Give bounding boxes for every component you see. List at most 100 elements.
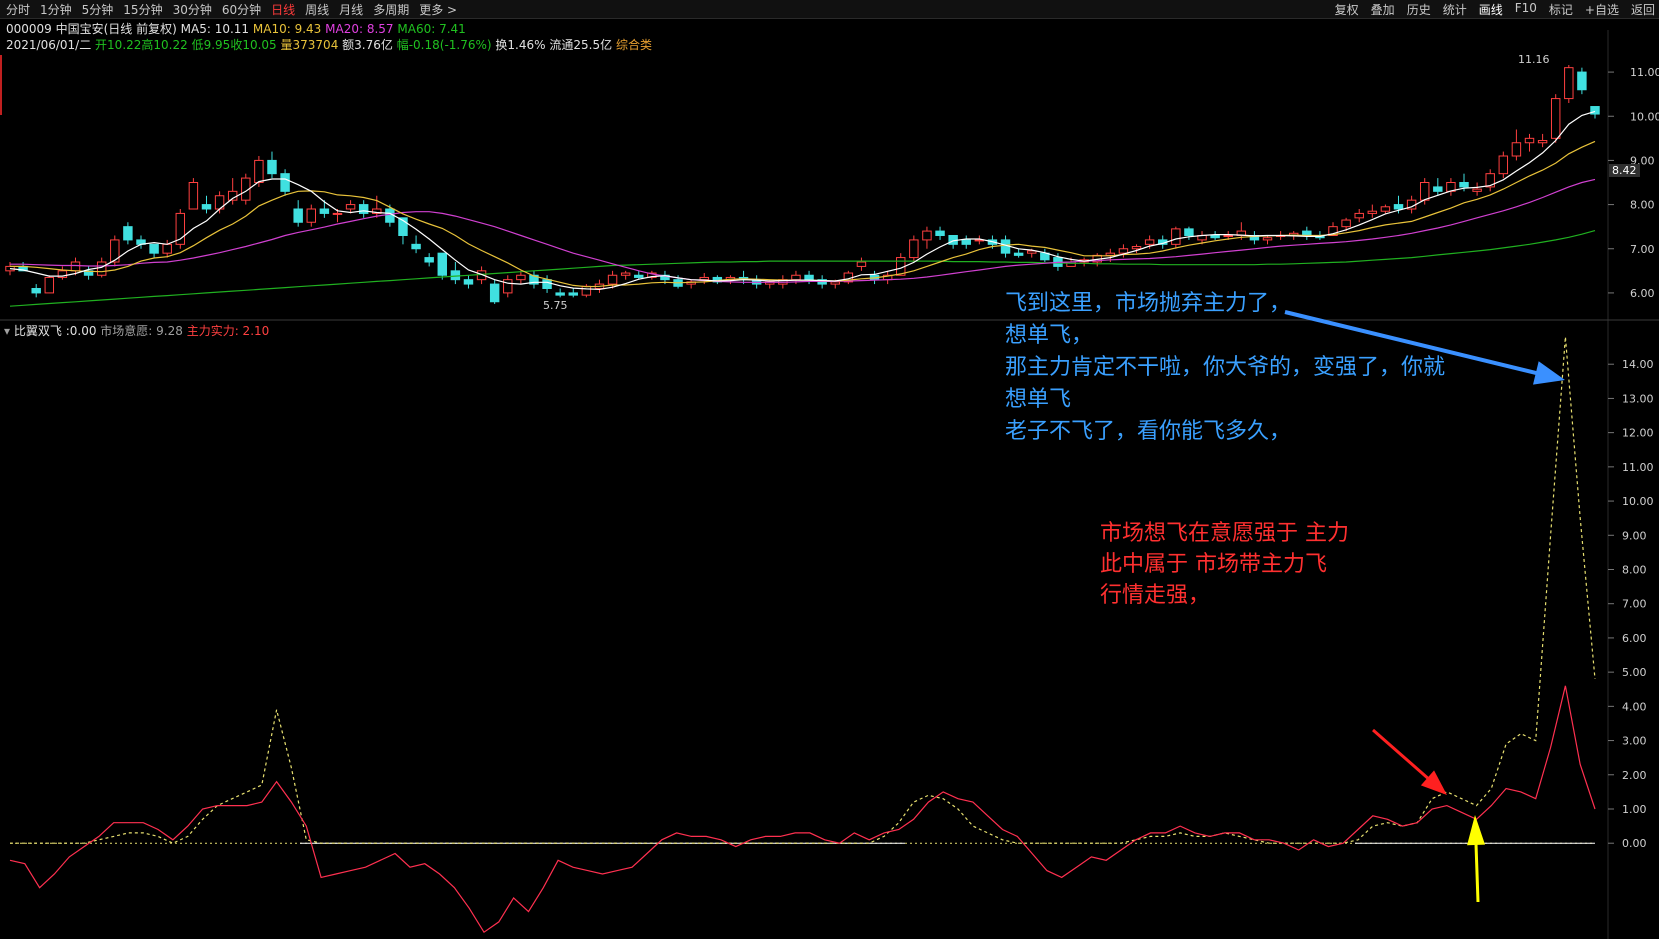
candle-body xyxy=(411,243,421,250)
candle-body xyxy=(804,274,814,281)
yellow-arrow xyxy=(1467,815,1486,903)
candle-body xyxy=(44,276,55,294)
candle-body xyxy=(856,261,867,267)
sub-indicator-legend: ▾ 比翼双飞 :0.00 市场意愿: 9.28 主力实力: 2.10 xyxy=(4,324,270,338)
annotation-line: 市场想飞在意愿强于 主力 xyxy=(1100,521,1349,546)
candle-body xyxy=(463,279,474,285)
candle-body xyxy=(1393,204,1404,210)
sub-tick-label: 13.00 xyxy=(1622,392,1654,405)
min-price-label: 5.75 xyxy=(543,299,568,312)
candle-body xyxy=(1498,155,1509,175)
candle-body xyxy=(123,226,133,241)
candle-body xyxy=(830,281,840,285)
candle-body xyxy=(267,159,277,175)
candle-body xyxy=(1459,182,1469,188)
price-tick-label: 10.00 xyxy=(1630,110,1659,123)
candle-body xyxy=(1433,186,1443,192)
sub-tick-label: 3.00 xyxy=(1622,735,1647,748)
candle-body xyxy=(424,257,434,263)
annotation-line: 行情走强， xyxy=(1100,583,1211,608)
candle-body xyxy=(1171,228,1181,245)
left-edge-marker xyxy=(0,55,2,115)
candle-body xyxy=(542,279,552,289)
candle-body xyxy=(909,239,919,259)
candle-body xyxy=(1341,219,1351,228)
candlesticks xyxy=(5,65,1600,304)
candle-body xyxy=(1118,248,1129,254)
candle-body xyxy=(1223,235,1233,237)
sub-tick-label: 2.00 xyxy=(1622,769,1647,782)
candle-body xyxy=(503,279,513,294)
red-arrow xyxy=(1372,728,1447,795)
candle-body xyxy=(358,204,369,214)
sub-tick-label: 0.00 xyxy=(1622,837,1647,850)
candle-body xyxy=(254,159,264,184)
candle-body xyxy=(293,208,303,223)
sub-tick-label: 1.00 xyxy=(1622,803,1647,816)
candle-body xyxy=(568,292,578,296)
candle-body xyxy=(319,208,330,214)
candle-body xyxy=(1511,142,1522,157)
candle-body xyxy=(699,276,709,281)
candle-body xyxy=(1354,212,1364,219)
price-tick-label: 8.00 xyxy=(1630,199,1655,212)
candle-body xyxy=(555,292,565,296)
candle-body xyxy=(332,212,343,215)
candle-body xyxy=(489,283,500,303)
price-tick-label: 11.00 xyxy=(1630,66,1659,79)
annotation-line: 老子不飞了，看你能飞多久， xyxy=(1005,419,1292,444)
sub-tick-label: 12.00 xyxy=(1622,427,1654,440)
max-price-label: 11.16 xyxy=(1518,53,1550,66)
candle-body xyxy=(1537,140,1548,144)
indicator-value: 0.00 xyxy=(69,324,97,338)
annotation-line: 那主力肯定不干啦，你大爷的，变强了，你就 xyxy=(1005,355,1446,380)
candle-body xyxy=(96,261,107,276)
candle-body xyxy=(280,173,290,192)
candle-body xyxy=(188,182,199,210)
candle-body xyxy=(306,208,317,223)
sub-tick-label: 5.00 xyxy=(1622,666,1647,679)
candle-body xyxy=(581,285,592,296)
candle-body xyxy=(922,230,932,241)
main-force-value: 主力实力: 2.10 xyxy=(186,324,270,338)
annotation-line: 飞到这里，市场抛弃主力了， xyxy=(1005,291,1292,316)
sub-tick-label: 14.00 xyxy=(1622,358,1654,371)
blue-annotation: 飞到这里，市场抛弃主力了， 想单飞， 那主力肯定不干啦，你大爷的，变强了，你就 想单飞… xyxy=(1005,288,1445,448)
candle-body xyxy=(620,272,631,276)
sub-tick-label: 4.00 xyxy=(1622,700,1647,713)
sub-tick-label: 8.00 xyxy=(1622,563,1647,576)
candle-body xyxy=(149,243,159,254)
candle-body xyxy=(1524,137,1535,144)
candle-body xyxy=(1550,98,1561,139)
moving-averages xyxy=(9,110,1596,307)
candle-body xyxy=(1210,235,1220,239)
annotation-line: 此中属于 市场带主力飞 xyxy=(1100,552,1327,577)
candle-body xyxy=(162,243,172,254)
candle-body xyxy=(1262,237,1273,241)
current-price-badge: 8.42 xyxy=(1609,164,1640,177)
candle-body xyxy=(791,274,801,281)
candle-body xyxy=(70,261,81,272)
kline-chart[interactable]: 11.00 10.00 9.00 8.00 7.00 6.00 14.00 13.00 12.… xyxy=(0,0,1659,939)
price-tick-label: 7.00 xyxy=(1630,243,1655,256)
candle-body xyxy=(1131,246,1142,250)
candle-body xyxy=(607,274,618,285)
sub-tick-label: 11.00 xyxy=(1622,461,1654,474)
red-annotation: 市场想飞在意愿强于 主力 此中属于 市场带主力飞 行情走强， xyxy=(1100,518,1349,611)
candle-body xyxy=(31,288,41,294)
candle-body xyxy=(1367,210,1378,214)
candle-body xyxy=(1564,67,1574,100)
main-force-line xyxy=(9,685,1596,934)
candle-body xyxy=(516,274,526,281)
sub-tick-label: 9.00 xyxy=(1622,529,1647,542)
indicator-name[interactable]: 比翼双飞 xyxy=(14,324,62,338)
candle-body xyxy=(1419,182,1430,201)
chevron-down-icon[interactable]: ▾ xyxy=(4,324,10,338)
candle-body xyxy=(1184,228,1194,236)
candle-body xyxy=(1380,206,1391,212)
price-tick-label: 6.00 xyxy=(1630,287,1655,300)
sub-tick-label: 7.00 xyxy=(1622,598,1647,611)
market-will-value: 市场意愿: 9.28 xyxy=(100,324,183,338)
sub-tick-label: 10.00 xyxy=(1622,495,1654,508)
candle-body xyxy=(935,230,945,236)
